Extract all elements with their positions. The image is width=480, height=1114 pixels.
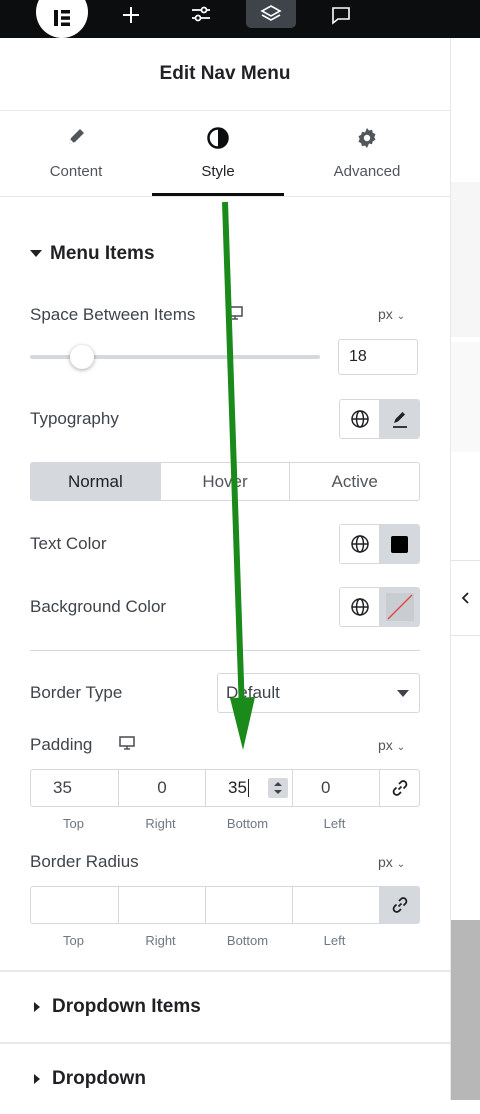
- side-label-top: Top: [63, 933, 84, 948]
- collapse-panel-button[interactable]: [448, 560, 480, 636]
- settings-sliders-icon[interactable]: [176, 0, 226, 30]
- state-tab-hover[interactable]: Hover: [159, 463, 290, 500]
- canvas-block: [451, 182, 480, 337]
- space-between-label: Space Between Items: [30, 305, 196, 324]
- edit-typography-icon[interactable]: [379, 400, 419, 438]
- caret-right-icon: [34, 1002, 40, 1012]
- unit-selector[interactable]: px ⌄: [378, 854, 405, 870]
- border-radius-inputs: [30, 886, 420, 924]
- padding-bottom-input[interactable]: 35: [205, 770, 292, 806]
- caret-right-icon: [34, 1074, 40, 1084]
- background-color-controls: [339, 587, 420, 627]
- border-type-select[interactable]: Default: [217, 673, 420, 713]
- desktop-icon[interactable]: [118, 735, 136, 756]
- space-between-input[interactable]: 18: [338, 339, 418, 375]
- text-cursor: [247, 779, 249, 797]
- chat-icon[interactable]: [316, 0, 366, 30]
- unit-selector[interactable]: px ⌄: [378, 306, 405, 322]
- add-icon[interactable]: [106, 0, 156, 30]
- unit-label: px: [378, 306, 393, 322]
- gear-icon: [301, 126, 433, 152]
- editor-panel: Edit Nav Menu Content Style Advanced Men…: [0, 38, 451, 1114]
- typography-label: Typography: [30, 409, 119, 428]
- number-spinner[interactable]: [268, 778, 288, 798]
- panel-header: Edit Nav Menu: [0, 38, 450, 111]
- typography-controls: [339, 399, 420, 439]
- chevron-down-icon: ⌄: [396, 311, 406, 322]
- caret-down-icon: [30, 250, 42, 258]
- section-dropdown[interactable]: Dropdown: [0, 1042, 450, 1114]
- canvas-gray-region: [451, 920, 480, 1100]
- padding-left-input[interactable]: 0: [292, 770, 379, 806]
- chevron-left-icon: [461, 592, 469, 604]
- link-icon: [392, 780, 407, 796]
- unit-label: px: [378, 737, 393, 753]
- border-type-label: Border Type: [30, 683, 123, 702]
- padding-side-labels: Top Right Bottom Left: [30, 816, 378, 831]
- globe-icon[interactable]: [340, 525, 379, 563]
- text-color-controls: [339, 524, 420, 564]
- tab-advanced[interactable]: Advanced: [301, 110, 433, 196]
- pencil-icon: [10, 126, 142, 152]
- section-dropdown-items[interactable]: Dropdown Items: [0, 970, 450, 1042]
- border-radius-label: Border Radius: [30, 852, 139, 871]
- state-tabs: Normal Hover Active: [30, 462, 420, 501]
- tab-label: Style: [201, 163, 235, 180]
- space-slider-thumb[interactable]: [70, 345, 95, 369]
- side-label-bottom: Bottom: [226, 816, 269, 831]
- section-title: Dropdown: [52, 1068, 146, 1089]
- padding-inputs: 35 0 35 0: [30, 769, 420, 807]
- side-label-right: Right: [145, 933, 176, 948]
- side-label-left: Left: [323, 816, 346, 831]
- radius-bottom-input[interactable]: [205, 887, 292, 923]
- panel-title: Edit Nav Menu: [159, 63, 291, 84]
- background-color-swatch[interactable]: [379, 588, 419, 626]
- editor-topbar: [0, 0, 480, 38]
- radius-top-input[interactable]: [31, 887, 118, 923]
- elementor-logo-icon[interactable]: [36, 0, 88, 38]
- divider: [30, 650, 420, 651]
- chevron-down-icon: ⌄: [396, 859, 406, 870]
- border-type-value: Default: [226, 683, 280, 702]
- side-label-left: Left: [323, 933, 346, 948]
- half-circle-icon: [152, 126, 284, 152]
- section-title: Menu Items: [50, 243, 155, 264]
- tab-style[interactable]: Style: [152, 110, 284, 196]
- side-label-bottom: Bottom: [226, 933, 269, 948]
- desktop-icon[interactable]: [226, 305, 244, 326]
- section-menu-items[interactable]: Menu Items: [30, 243, 155, 265]
- layers-icon[interactable]: [246, 0, 296, 28]
- globe-icon[interactable]: [340, 400, 379, 438]
- globe-icon[interactable]: [340, 588, 379, 626]
- padding-label: Padding: [30, 735, 93, 754]
- unit-label: px: [378, 854, 393, 870]
- side-label-top: Top: [63, 816, 84, 831]
- tab-label: Content: [49, 163, 103, 180]
- radius-left-input[interactable]: [292, 887, 379, 923]
- state-tab-active[interactable]: Active: [289, 463, 419, 500]
- link-values-button[interactable]: [379, 887, 419, 923]
- active-tab-underline: [152, 193, 284, 196]
- link-values-button[interactable]: [379, 770, 419, 806]
- padding-right-input[interactable]: 0: [118, 770, 205, 806]
- padding-top-input[interactable]: 35: [31, 770, 118, 806]
- radius-side-labels: Top Right Bottom Left: [30, 933, 378, 948]
- text-color-label: Text Color: [30, 534, 107, 553]
- radius-right-input[interactable]: [118, 887, 205, 923]
- dropdown-arrow-icon: [397, 690, 409, 697]
- tab-content[interactable]: Content: [10, 110, 142, 196]
- no-color-icon: [385, 593, 414, 621]
- chevron-down-icon: ⌄: [396, 742, 406, 753]
- link-icon: [392, 897, 407, 913]
- tab-label: Advanced: [333, 163, 401, 180]
- canvas-block: [451, 342, 480, 452]
- panel-tabs: Content Style Advanced: [0, 110, 450, 197]
- section-title: Dropdown Items: [52, 996, 201, 1017]
- background-color-label: Background Color: [30, 597, 167, 616]
- state-tab-normal[interactable]: Normal: [31, 463, 160, 500]
- side-label-right: Right: [145, 816, 176, 831]
- unit-selector[interactable]: px ⌄: [378, 737, 405, 753]
- text-color-swatch[interactable]: [379, 525, 419, 563]
